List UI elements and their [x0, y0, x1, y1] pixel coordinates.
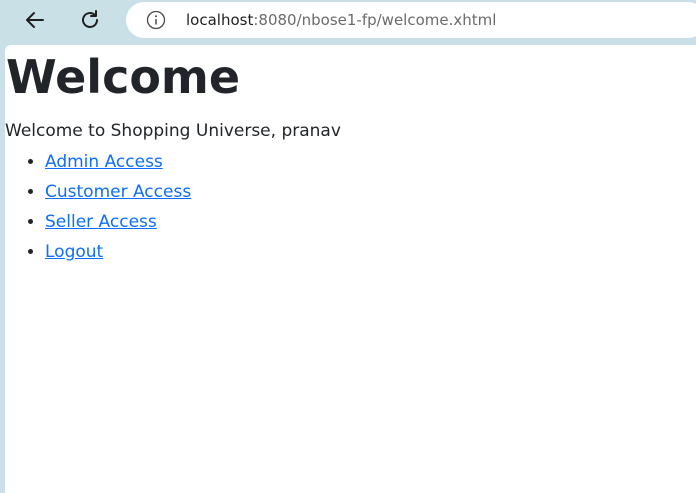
- url-text[interactable]: localhost:8080/nbose1-fp/welcome.xhtml: [186, 11, 496, 29]
- welcome-message: Welcome to Shopping Universe, pranav: [5, 121, 341, 141]
- admin-access-link[interactable]: Admin Access: [45, 152, 163, 172]
- url-path: :8080/nbose1-fp/welcome.xhtml: [253, 11, 497, 29]
- access-link-list: Admin Access Customer Access Seller Acce…: [5, 147, 191, 267]
- list-item: Logout: [45, 237, 191, 267]
- list-item: Seller Access: [45, 207, 191, 237]
- address-bar[interactable]: localhost:8080/nbose1-fp/welcome.xhtml: [126, 2, 696, 38]
- seller-access-link[interactable]: Seller Access: [45, 212, 157, 232]
- arrow-left-icon: [26, 12, 44, 28]
- logout-link[interactable]: Logout: [45, 242, 103, 262]
- url-host: localhost: [186, 11, 254, 29]
- site-info-icon[interactable]: [146, 10, 166, 30]
- reload-button[interactable]: [74, 4, 106, 36]
- list-item: Customer Access: [45, 177, 191, 207]
- customer-access-link[interactable]: Customer Access: [45, 182, 191, 202]
- page-viewport: Welcome Welcome to Shopping Universe, pr…: [5, 45, 696, 493]
- page-title: Welcome: [6, 50, 241, 104]
- back-button[interactable]: [19, 4, 51, 36]
- browser-toolbar: localhost:8080/nbose1-fp/welcome.xhtml: [0, 0, 696, 40]
- reload-icon: [82, 10, 98, 28]
- list-item: Admin Access: [45, 147, 191, 177]
